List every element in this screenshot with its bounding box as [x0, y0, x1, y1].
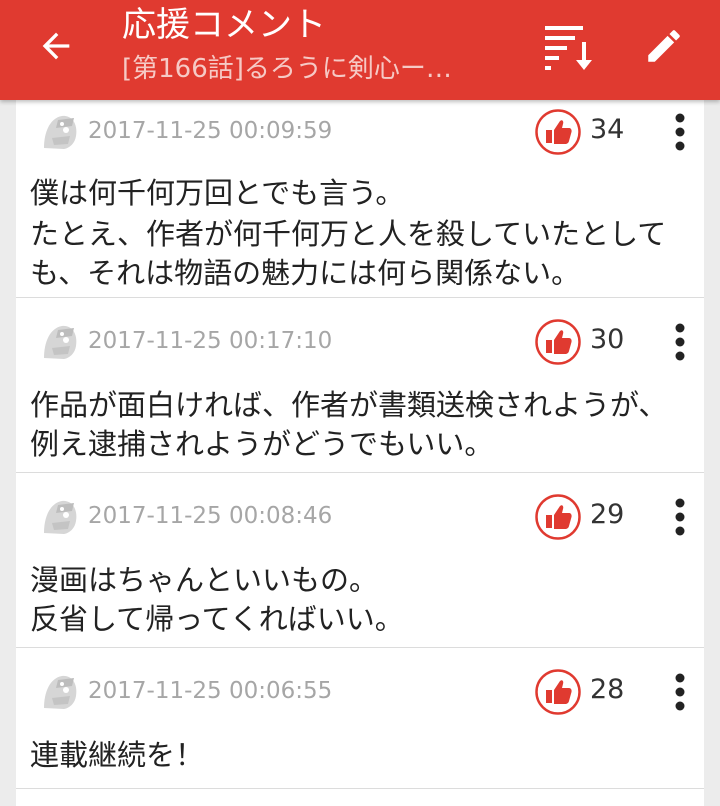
page-subtitle: [第166話]るろうに剣心ー… — [122, 54, 452, 84]
more-vert-icon — [675, 673, 685, 711]
comment-card-partial — [16, 789, 704, 806]
app-bar: 応援コメント [第166話]るろうに剣心ー… — [0, 0, 720, 100]
comment-text-line: 漫画はちゃんといいもの。 — [30, 563, 379, 597]
more-vert-icon — [675, 498, 685, 536]
like-count: 29 — [590, 499, 625, 530]
sort-icon — [545, 26, 592, 70]
default-avatar-icon — [44, 500, 77, 534]
comment-card: 2017-11-25 00:06:55 28 連載継続を！ — [16, 648, 704, 789]
more-options-button[interactable] — [666, 106, 694, 158]
default-avatar-icon — [44, 115, 77, 149]
comment-card: 2017-11-25 00:17:10 30 作品が面白ければ、作者が書類送検さ… — [16, 298, 704, 473]
like-count: 28 — [590, 674, 625, 705]
like-count: 34 — [590, 114, 625, 145]
comment-date: 2017-11-25 00:09:59 — [88, 118, 333, 144]
comment-text-line: 僕は何千何万回とでも言う。 — [30, 176, 405, 210]
thumbs-up-icon[interactable] — [534, 493, 582, 541]
comment-list[interactable]: 2017-11-25 00:09:59 34 僕は何千何万回とでも言う。 たとえ… — [16, 100, 704, 806]
edit-button[interactable] — [636, 18, 692, 74]
comment-card: 2017-11-25 00:09:59 34 僕は何千何万回とでも言う。 たとえ… — [16, 100, 704, 298]
comment-text-line: 例え逮捕されようがどうでもいい。 — [30, 427, 494, 461]
pencil-icon — [648, 30, 680, 62]
comment-text-line: 反省して帰ってくればいい。 — [30, 602, 404, 636]
sort-button[interactable] — [536, 18, 600, 74]
thumbs-up-icon[interactable] — [534, 668, 582, 716]
comment-text-line: 連載継続を！ — [30, 738, 205, 772]
thumbs-up-icon[interactable] — [534, 108, 582, 156]
comment-card: 2017-11-25 00:08:46 29 漫画はちゃんといいもの。 反省して… — [16, 473, 704, 648]
comment-text-line: も、それは物語の魅力には何ら関係ない。 — [30, 256, 581, 290]
more-options-button[interactable] — [666, 491, 694, 543]
default-avatar-icon — [44, 325, 77, 359]
back-button[interactable] — [28, 22, 84, 70]
more-vert-icon — [675, 113, 685, 151]
comment-date: 2017-11-25 00:17:10 — [88, 328, 333, 354]
comment-date: 2017-11-25 00:08:46 — [88, 503, 333, 529]
comment-text-line: たとえ、作者が何千何万と人を殺していたとして — [30, 217, 667, 251]
page-title: 応援コメント — [122, 5, 326, 45]
thumbs-up-icon[interactable] — [534, 318, 582, 366]
comment-text-line: 作品が面白ければ、作者が書類送検されようが、 — [30, 388, 668, 422]
arrow-back-icon — [42, 32, 70, 60]
more-options-button[interactable] — [666, 316, 694, 368]
default-avatar-icon — [44, 675, 77, 709]
comment-date: 2017-11-25 00:06:55 — [88, 678, 333, 704]
more-vert-icon — [675, 323, 685, 361]
like-count: 30 — [590, 324, 625, 355]
more-options-button[interactable] — [666, 666, 694, 718]
